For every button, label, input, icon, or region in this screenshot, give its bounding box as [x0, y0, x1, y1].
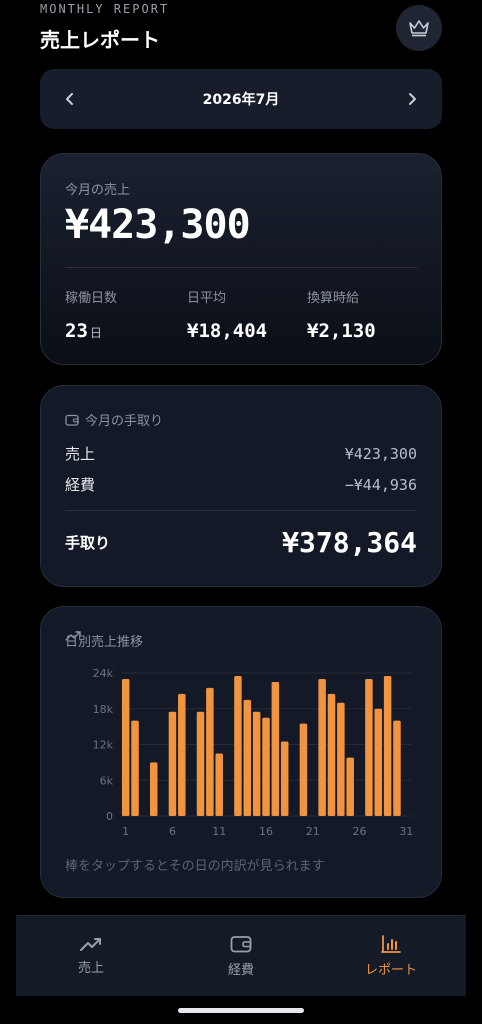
y-tick-label: 12k	[93, 739, 114, 752]
month-navigator: 2026年7月	[40, 69, 442, 129]
net-income-card: 今月の手取り 売上 ¥423,300 経費 −¥44,936 手取り ¥378,…	[40, 385, 442, 587]
bar[interactable]	[393, 720, 401, 816]
bar[interactable]	[149, 762, 158, 816]
take-home-value: ¥378,364	[282, 526, 417, 559]
chevron-left-icon	[66, 93, 73, 105]
bar[interactable]	[262, 717, 270, 816]
bar[interactable]	[252, 711, 261, 816]
stat-working-days: 稼働日数 23 日	[65, 287, 117, 342]
net-income-divider	[65, 510, 417, 511]
stat-value: ¥18,404	[187, 320, 268, 342]
y-tick-label: 0	[106, 810, 113, 823]
bar[interactable]	[383, 675, 392, 816]
tab-label: 経費	[227, 962, 254, 978]
daily-sales-bar-chart: 06k12k18k24k1 6 11 16 21 26 31	[93, 667, 414, 838]
stat-hourly-rate: 換算時給 ¥2,130	[307, 287, 376, 342]
row-value: −¥44,936	[344, 475, 417, 494]
tab-label: 売上	[77, 960, 104, 976]
expense-row: 経費 −¥44,936	[65, 474, 417, 495]
page-title: 売上レポート	[40, 28, 160, 52]
x-tick-label: 31	[399, 825, 413, 838]
bar-chart-icon	[381, 934, 401, 953]
stat-value: 23	[65, 320, 88, 342]
daily-sales-chart-card: 日別売上推移 0 6k 12k 18k 24k 1 6 11 16 21 26 31 棒をタップすると…	[40, 606, 442, 898]
bar[interactable]	[365, 678, 373, 816]
y-tick-label: 18k	[93, 703, 114, 716]
sales-row: 売上 ¥423,300	[65, 443, 417, 464]
tab-expenses[interactable]: 経費	[166, 916, 316, 996]
y-tick-label: 6k	[100, 774, 114, 787]
bottom-tab-bar: 売上 経費 レポート	[16, 915, 466, 996]
bar[interactable]	[299, 723, 308, 816]
next-month-button[interactable]	[402, 89, 422, 109]
monthly-sales-caption: 今月の売上	[65, 183, 131, 198]
take-home-row: 手取り ¥378,364	[65, 526, 417, 559]
bar[interactable]	[280, 741, 289, 816]
bar[interactable]	[318, 678, 326, 816]
bar[interactable]	[374, 708, 383, 816]
y-tick-label: 24k	[93, 667, 114, 680]
row-label: 売上	[65, 445, 96, 463]
chevron-right-icon	[409, 93, 416, 105]
premium-button[interactable]	[396, 5, 442, 51]
stat-label: 日平均	[187, 291, 227, 306]
bar[interactable]	[215, 753, 223, 816]
bar[interactable]	[337, 702, 345, 816]
stat-value: ¥2,130	[307, 320, 376, 342]
wallet-icon	[65, 414, 79, 426]
x-tick-label: 26	[353, 825, 367, 838]
monthly-sales-total: ¥423,300	[65, 202, 251, 248]
x-tick-label: 21	[306, 825, 320, 838]
tab-label: レポート	[364, 962, 417, 978]
stat-label: 換算時給	[307, 291, 360, 306]
x-tick-label: 11	[212, 825, 226, 838]
bar[interactable]	[234, 675, 242, 816]
net-income-heading: 今月の手取り	[65, 410, 163, 429]
x-tick-label: 16	[259, 825, 273, 838]
trend-up-icon	[80, 937, 101, 951]
tab-sales[interactable]: 売上	[16, 916, 166, 996]
chart-hint: 棒をタップするとその日の内訳が見られます	[65, 859, 325, 874]
tab-report[interactable]: レポート	[316, 916, 466, 996]
summary-divider	[65, 267, 417, 268]
monthly-sales-card: 今月の売上 ¥423,300 稼働日数 23 日 日平均 ¥18,404 換算時給…	[40, 153, 442, 365]
bar[interactable]	[206, 687, 214, 816]
bar[interactable]	[168, 711, 177, 816]
row-label: 経費	[65, 476, 96, 494]
current-month-label: 2026年7月	[202, 92, 280, 108]
bar[interactable]	[131, 720, 139, 816]
stat-unit: 日	[89, 326, 102, 340]
take-home-label: 手取り	[65, 534, 111, 552]
row-value: ¥423,300	[344, 444, 417, 463]
stat-label: 稼働日数	[65, 291, 118, 306]
bar[interactable]	[346, 757, 354, 816]
report-eyebrow: MONTHLY REPORT	[40, 2, 170, 16]
x-tick-label: 1	[122, 825, 129, 838]
prev-month-button[interactable]	[60, 89, 80, 109]
bar[interactable]	[243, 699, 252, 816]
crown-icon	[409, 20, 429, 37]
bar[interactable]	[121, 678, 130, 816]
stat-daily-average: 日平均 ¥18,404	[187, 287, 267, 342]
bar[interactable]	[271, 681, 280, 816]
bar[interactable]	[178, 693, 186, 816]
net-income-heading-text: 今月の手取り	[85, 414, 164, 429]
wallet-icon	[230, 935, 252, 952]
bar[interactable]	[327, 693, 336, 816]
home-indicator	[178, 1008, 304, 1013]
x-tick-label: 6	[169, 825, 176, 838]
bar[interactable]	[196, 711, 205, 816]
